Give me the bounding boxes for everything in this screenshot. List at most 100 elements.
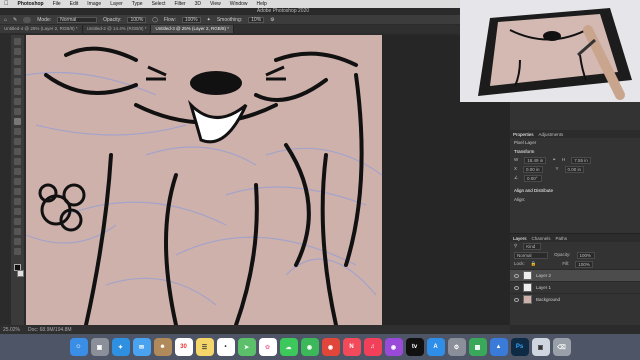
layer-name[interactable]: Layer 2 (536, 273, 551, 278)
music-icon[interactable]: ♫ (363, 338, 382, 356)
visibility-eye-icon[interactable] (514, 285, 519, 290)
gradient-tool-icon[interactable] (14, 158, 21, 165)
smoothing-settings-icon[interactable]: ⚙ (270, 17, 274, 23)
lasso-tool-icon[interactable] (14, 58, 21, 65)
fill-field[interactable]: 100% (575, 261, 594, 268)
tab-channels[interactable]: Channels (532, 236, 551, 241)
menu-view[interactable]: View (210, 1, 221, 7)
x-field[interactable]: 0.00 in (523, 166, 543, 173)
finder-icon[interactable]: ☺ (69, 338, 88, 356)
calendar-icon[interactable]: 30 (174, 338, 193, 356)
launchpad-icon[interactable]: ▣ (90, 338, 109, 356)
visibility-eye-icon[interactable] (514, 273, 519, 278)
numbers-icon[interactable]: ▩ (468, 338, 487, 356)
dodge-tool-icon[interactable] (14, 178, 21, 185)
home-icon[interactable]: ⌂ (4, 17, 7, 23)
more-tools-icon[interactable] (14, 248, 21, 255)
menu-3d[interactable]: 3D (195, 1, 201, 7)
marquee-tool-icon[interactable] (14, 48, 21, 55)
tab-untitled-4[interactable]: Untitled-4 @ 25% (Layer 2, RGB/8) * (0, 25, 83, 33)
layer-name[interactable]: Background (536, 297, 560, 302)
zoom-tool-icon[interactable] (14, 238, 21, 245)
flow-field[interactable]: 100% (181, 16, 201, 23)
transform-heading[interactable]: Transform (510, 147, 640, 156)
shape-tool-icon[interactable] (14, 218, 21, 225)
smoothing-field[interactable]: 10% (248, 16, 265, 23)
background-color-swatch[interactable] (16, 270, 24, 277)
menu-help[interactable]: Help (257, 1, 267, 7)
zoom-level[interactable]: 25.02% (3, 327, 20, 333)
tab-adjustments[interactable]: Adjustments (539, 132, 564, 137)
app-store-icon[interactable]: A (426, 338, 445, 356)
menu-file[interactable]: File (53, 1, 61, 7)
menu-app-name[interactable]: Photoshop (18, 1, 44, 7)
safari-icon[interactable]: ✦ (111, 338, 130, 356)
photos-icon[interactable]: ✿ (258, 338, 277, 356)
brush-tool-icon[interactable] (14, 118, 21, 125)
mail-icon[interactable]: ✉ (132, 338, 151, 356)
notes-icon[interactable]: ☰ (195, 338, 214, 356)
apple-icon[interactable]:  (4, 1, 9, 7)
menu-layer[interactable]: Layer (110, 1, 123, 7)
blur-tool-icon[interactable] (14, 168, 21, 175)
width-field[interactable]: 18.49 in (524, 157, 547, 164)
mode-select[interactable]: Normal (57, 16, 98, 23)
tab-layers[interactable]: Layers (513, 236, 527, 241)
messages-icon[interactable]: ☁ (279, 338, 298, 356)
tv-icon[interactable]: tv (405, 338, 424, 356)
chrome-icon[interactable]: ◉ (321, 338, 340, 356)
link-icon[interactable]: ⚭ (552, 157, 556, 164)
eyedropper-tool-icon[interactable] (14, 98, 21, 105)
brush-tool-icon[interactable]: ✎ (13, 17, 17, 23)
menu-edit[interactable]: Edit (70, 1, 79, 7)
layer-row-layer-1[interactable]: Layer 1 (510, 281, 640, 293)
history-brush-icon[interactable] (14, 138, 21, 145)
airbrush-icon[interactable]: ✦ (207, 17, 211, 23)
keynote-icon[interactable]: ▲ (489, 338, 508, 356)
tab-properties[interactable]: Properties (513, 132, 534, 137)
menu-type[interactable]: Type (132, 1, 143, 7)
blend-mode-select[interactable]: Normal (514, 252, 548, 259)
type-tool-icon[interactable] (14, 198, 21, 205)
crop-tool-icon[interactable] (14, 78, 21, 85)
tab-untitled-2[interactable]: Untitled-2 @ 14.4% (RGB/8) * (82, 25, 152, 33)
pressure-opacity-icon[interactable]: ◯ (152, 17, 158, 23)
podcasts-icon[interactable]: ◉ (384, 338, 403, 356)
layer-row-background[interactable]: Background (510, 293, 640, 305)
menu-filter[interactable]: Filter (174, 1, 185, 7)
system-preferences-icon[interactable]: ⚙ (447, 338, 466, 356)
eraser-tool-icon[interactable] (14, 148, 21, 155)
menu-image[interactable]: Image (87, 1, 101, 7)
stamp-tool-icon[interactable] (14, 128, 21, 135)
document-canvas[interactable] (26, 35, 382, 325)
brush-preset-picker[interactable] (23, 16, 32, 23)
photoshop-icon[interactable]: Ps (510, 338, 529, 356)
quick-select-tool-icon[interactable] (14, 68, 21, 75)
frame-tool-icon[interactable] (14, 88, 21, 95)
move-tool-icon[interactable] (14, 38, 21, 45)
layer-name[interactable]: Layer 1 (536, 285, 551, 290)
y-field[interactable]: 0.00 in (564, 166, 585, 173)
contacts-icon[interactable]: ☻ (153, 338, 172, 356)
menu-select[interactable]: Select (152, 1, 166, 7)
maps-icon[interactable]: ➤ (237, 338, 256, 356)
path-select-tool-icon[interactable] (14, 208, 21, 215)
pen-tool-icon[interactable] (14, 188, 21, 195)
lock-icon[interactable]: 🔒 (531, 261, 537, 268)
opacity-field[interactable]: 100% (127, 16, 147, 23)
preview-icon[interactable]: ▣ (531, 338, 550, 356)
hand-tool-icon[interactable] (14, 228, 21, 235)
healing-tool-icon[interactable] (14, 108, 21, 115)
menu-window[interactable]: Window (230, 1, 248, 7)
layer-row-layer-2[interactable]: Layer 2 (510, 269, 640, 281)
angle-field[interactable]: 0.00° (524, 175, 543, 182)
layer-opacity-field[interactable]: 100% (576, 252, 595, 259)
reminders-icon[interactable]: • (216, 338, 235, 356)
height-field[interactable]: 7.55 in (571, 157, 591, 164)
tab-untitled-3[interactable]: Untitled-3 @ 25% (Layer 2, RGB/8) * (151, 25, 235, 33)
news-icon[interactable]: N (342, 338, 361, 356)
layer-kind-filter[interactable]: Kind (523, 243, 542, 250)
visibility-eye-icon[interactable] (514, 297, 519, 302)
align-heading[interactable]: Align and Distribute (510, 186, 640, 195)
trash-icon[interactable]: ⌫ (552, 338, 571, 356)
